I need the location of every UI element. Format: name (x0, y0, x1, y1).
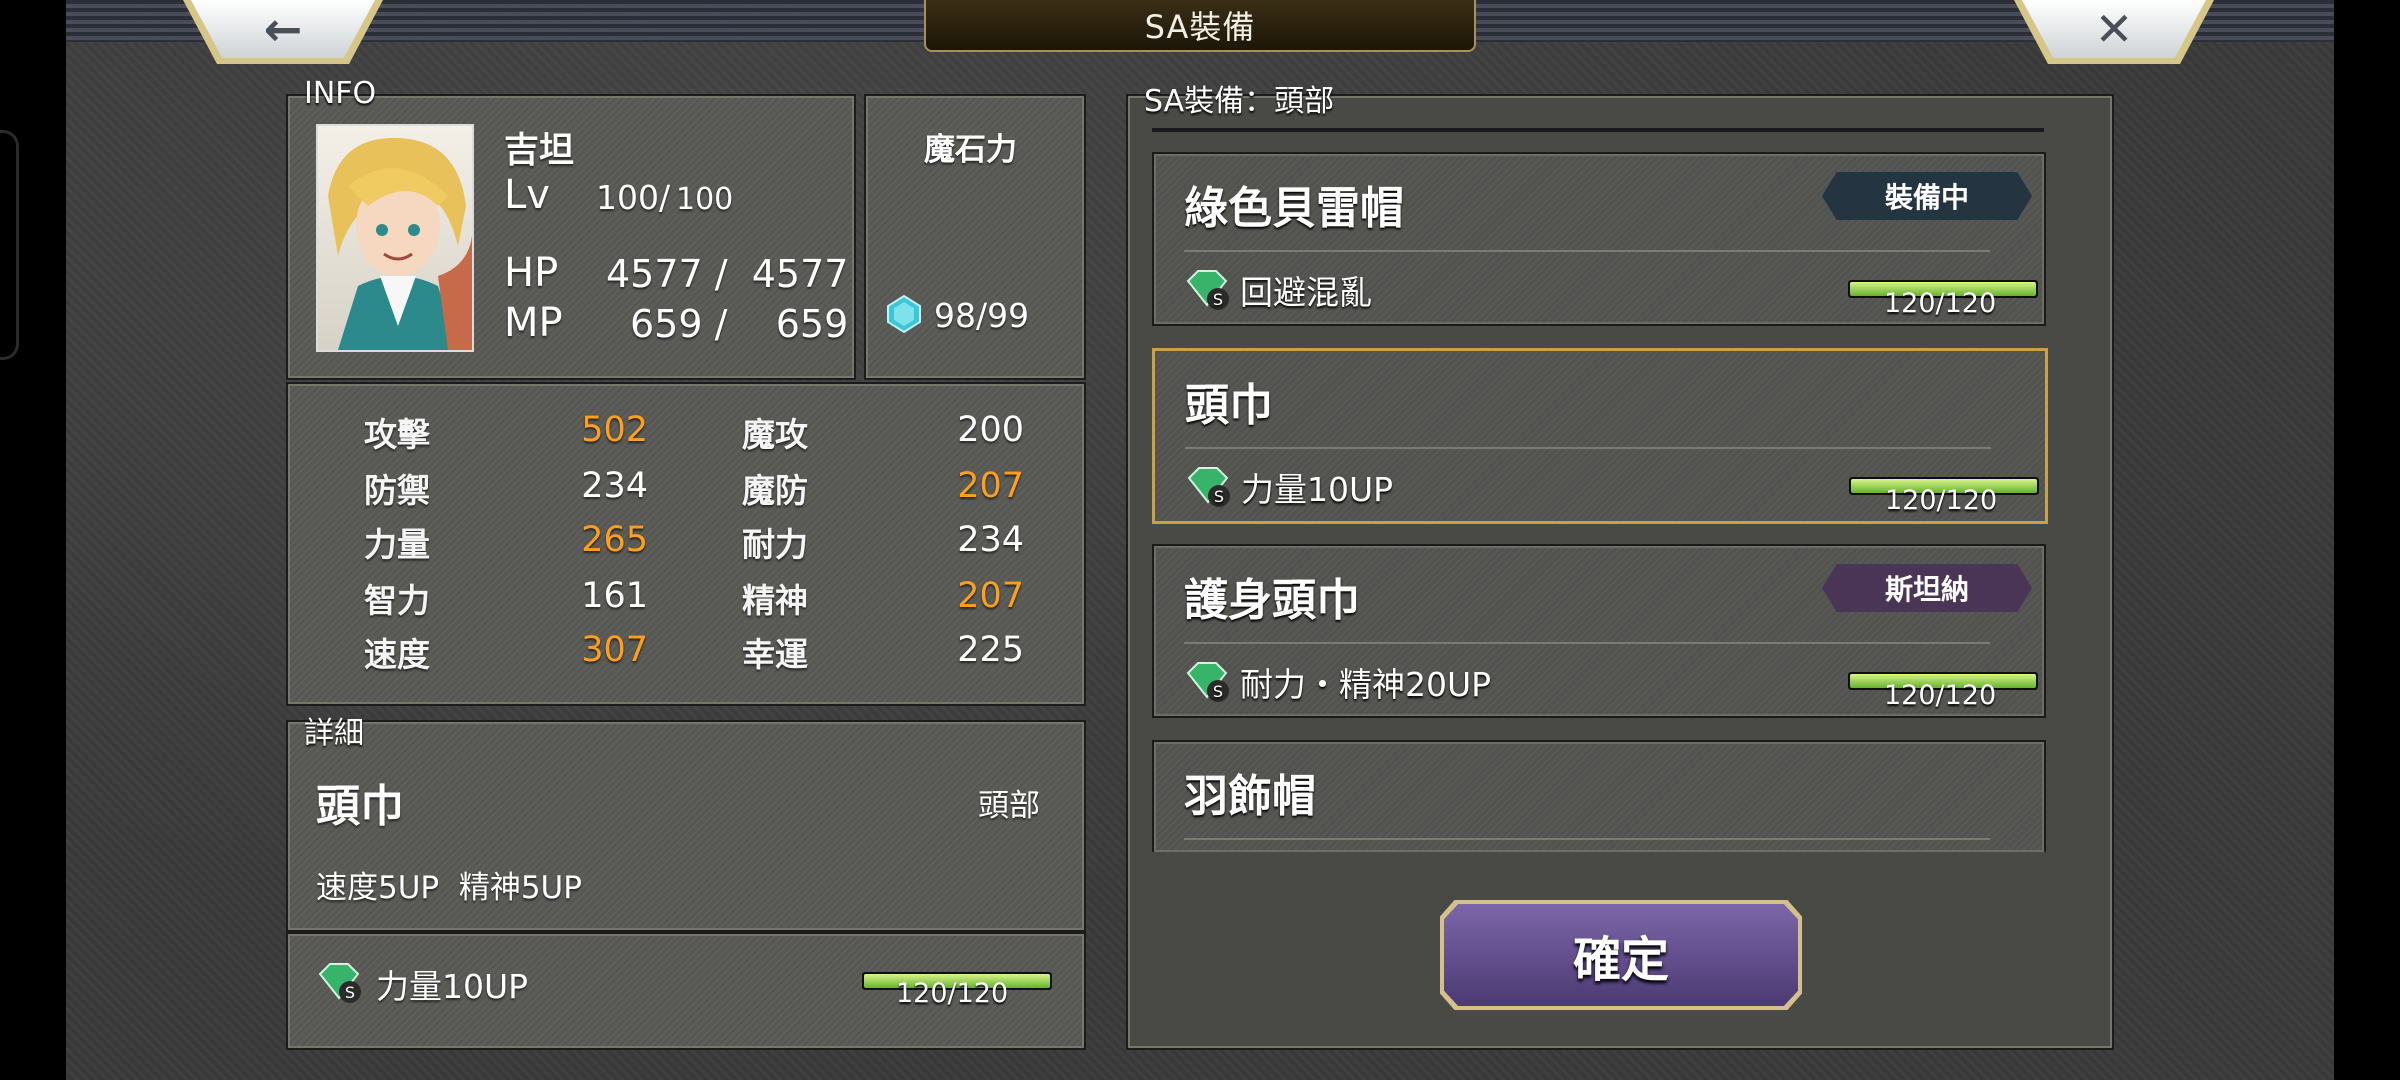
equip-status-badge: 斯坦納 (1822, 564, 2032, 612)
magicite-crystal-icon (887, 294, 921, 334)
skill-progress-text: 120/120 (1884, 680, 1997, 711)
equip-card[interactable]: 綠色貝雷帽 S 回避混亂 120/120 裝備中 (1152, 152, 2046, 326)
equip-name: 羽飾帽 (1184, 771, 1316, 822)
skill-progress-text: 120/120 (1884, 288, 1997, 319)
equip-skill: S 力量10UP (1185, 463, 1393, 511)
stat-name: 魔防 (742, 471, 808, 510)
hp-value: 4577 / 4577 (606, 252, 849, 296)
stat-name: 速度 (364, 635, 430, 674)
character-portrait-art (328, 137, 472, 350)
character-portrait[interactable] (316, 124, 474, 352)
details-section-label: 詳細 (304, 716, 364, 751)
screen-title: SA裝備 (924, 0, 1476, 52)
card-divider (1184, 642, 1990, 644)
equip-skill-name: 回避混亂 (1240, 273, 1372, 312)
level-current: 100/ (596, 178, 671, 217)
stat-value: 265 (581, 520, 648, 560)
stat-value: 307 (581, 630, 648, 670)
equip-skill-name: 力量10UP (1241, 470, 1394, 509)
equip-status-badge: 裝備中 (1822, 172, 2032, 220)
magicite-value: 98/99 (934, 296, 1030, 335)
character-name: 吉坦 (504, 130, 575, 171)
equip-card[interactable]: 頭巾 S 力量10UP 120/120 (1152, 348, 2048, 524)
skill-gem-icon: S (1187, 467, 1230, 507)
skill-gem-icon: S (1186, 270, 1229, 310)
card-divider (1185, 447, 1991, 449)
equip-skill: S 回避混亂 (1184, 266, 1372, 314)
stat-name: 精神 (742, 581, 808, 620)
equip-name: 護身頭巾 (1184, 575, 1360, 626)
close-button[interactable]: ✕ (2014, 0, 2214, 64)
stat-value: 200 (957, 410, 1024, 450)
hp-label: HP (504, 250, 559, 296)
stat-name: 防禦 (364, 471, 430, 510)
equip-skill: S 耐力・精神20UP (1184, 658, 1491, 706)
mp-label: MP (504, 300, 563, 346)
equip-card[interactable]: 羽飾帽 (1152, 740, 2046, 852)
mp-value: 659 / 659 (630, 302, 849, 346)
confirm-button[interactable]: 確定 (1440, 900, 1802, 1010)
svg-text:S: S (1213, 682, 1223, 701)
svg-text:S: S (345, 983, 355, 1002)
skill-gem-icon: S (1186, 662, 1229, 702)
equip-skill-name: 耐力・精神20UP (1240, 665, 1492, 704)
stat-value: 161 (581, 576, 648, 616)
stat-name: 幸運 (742, 635, 808, 674)
svg-text:S: S (1213, 290, 1223, 309)
stat-value: 502 (581, 410, 648, 450)
details-slot: 頭部 (978, 788, 1040, 824)
equip-name: 頭巾 (1185, 380, 1273, 431)
list-top-divider (1152, 128, 2044, 132)
details-item-name: 頭巾 (316, 781, 404, 832)
stat-name: 智力 (364, 581, 430, 620)
details-skill-progress-text: 120/120 (896, 978, 1009, 1009)
stat-name: 魔攻 (742, 415, 808, 454)
equip-list-section-label: SA裝備：頭部 (1144, 84, 1335, 119)
card-divider (1184, 250, 1990, 252)
equip-name: 綠色貝雷帽 (1184, 183, 1404, 234)
back-arrow-icon: ← (263, 2, 303, 56)
stat-value: 234 (957, 520, 1024, 560)
device-edge (0, 130, 19, 360)
card-divider (1184, 838, 1990, 840)
stat-name: 耐力 (742, 525, 808, 564)
equip-card[interactable]: 護身頭巾 S 耐力・精神20UP 120/120 斯坦納 (1152, 544, 2046, 718)
confirm-label: 確定 (1572, 932, 1669, 988)
level-label: Lv (504, 172, 550, 218)
details-effect: 速度5UP 精神5UP (316, 870, 582, 906)
close-icon: ✕ (2094, 2, 2134, 56)
details-skill-name: 力量10UP (376, 967, 529, 1006)
svg-text:S: S (1214, 487, 1224, 506)
stat-value: 207 (957, 466, 1024, 506)
magicite-label: 魔石力 (924, 132, 1017, 168)
level-max: 100 (676, 182, 734, 217)
stat-name: 攻擊 (364, 415, 430, 454)
back-button[interactable]: ← (183, 0, 383, 64)
info-section-label: INFO (304, 76, 377, 111)
stat-value: 207 (957, 576, 1024, 616)
stat-name: 力量 (364, 525, 430, 564)
skill-progress-text: 120/120 (1885, 485, 1998, 516)
stat-value: 225 (957, 630, 1024, 670)
stat-value: 234 (581, 466, 648, 506)
skill-gem-icon: S (318, 963, 361, 1003)
